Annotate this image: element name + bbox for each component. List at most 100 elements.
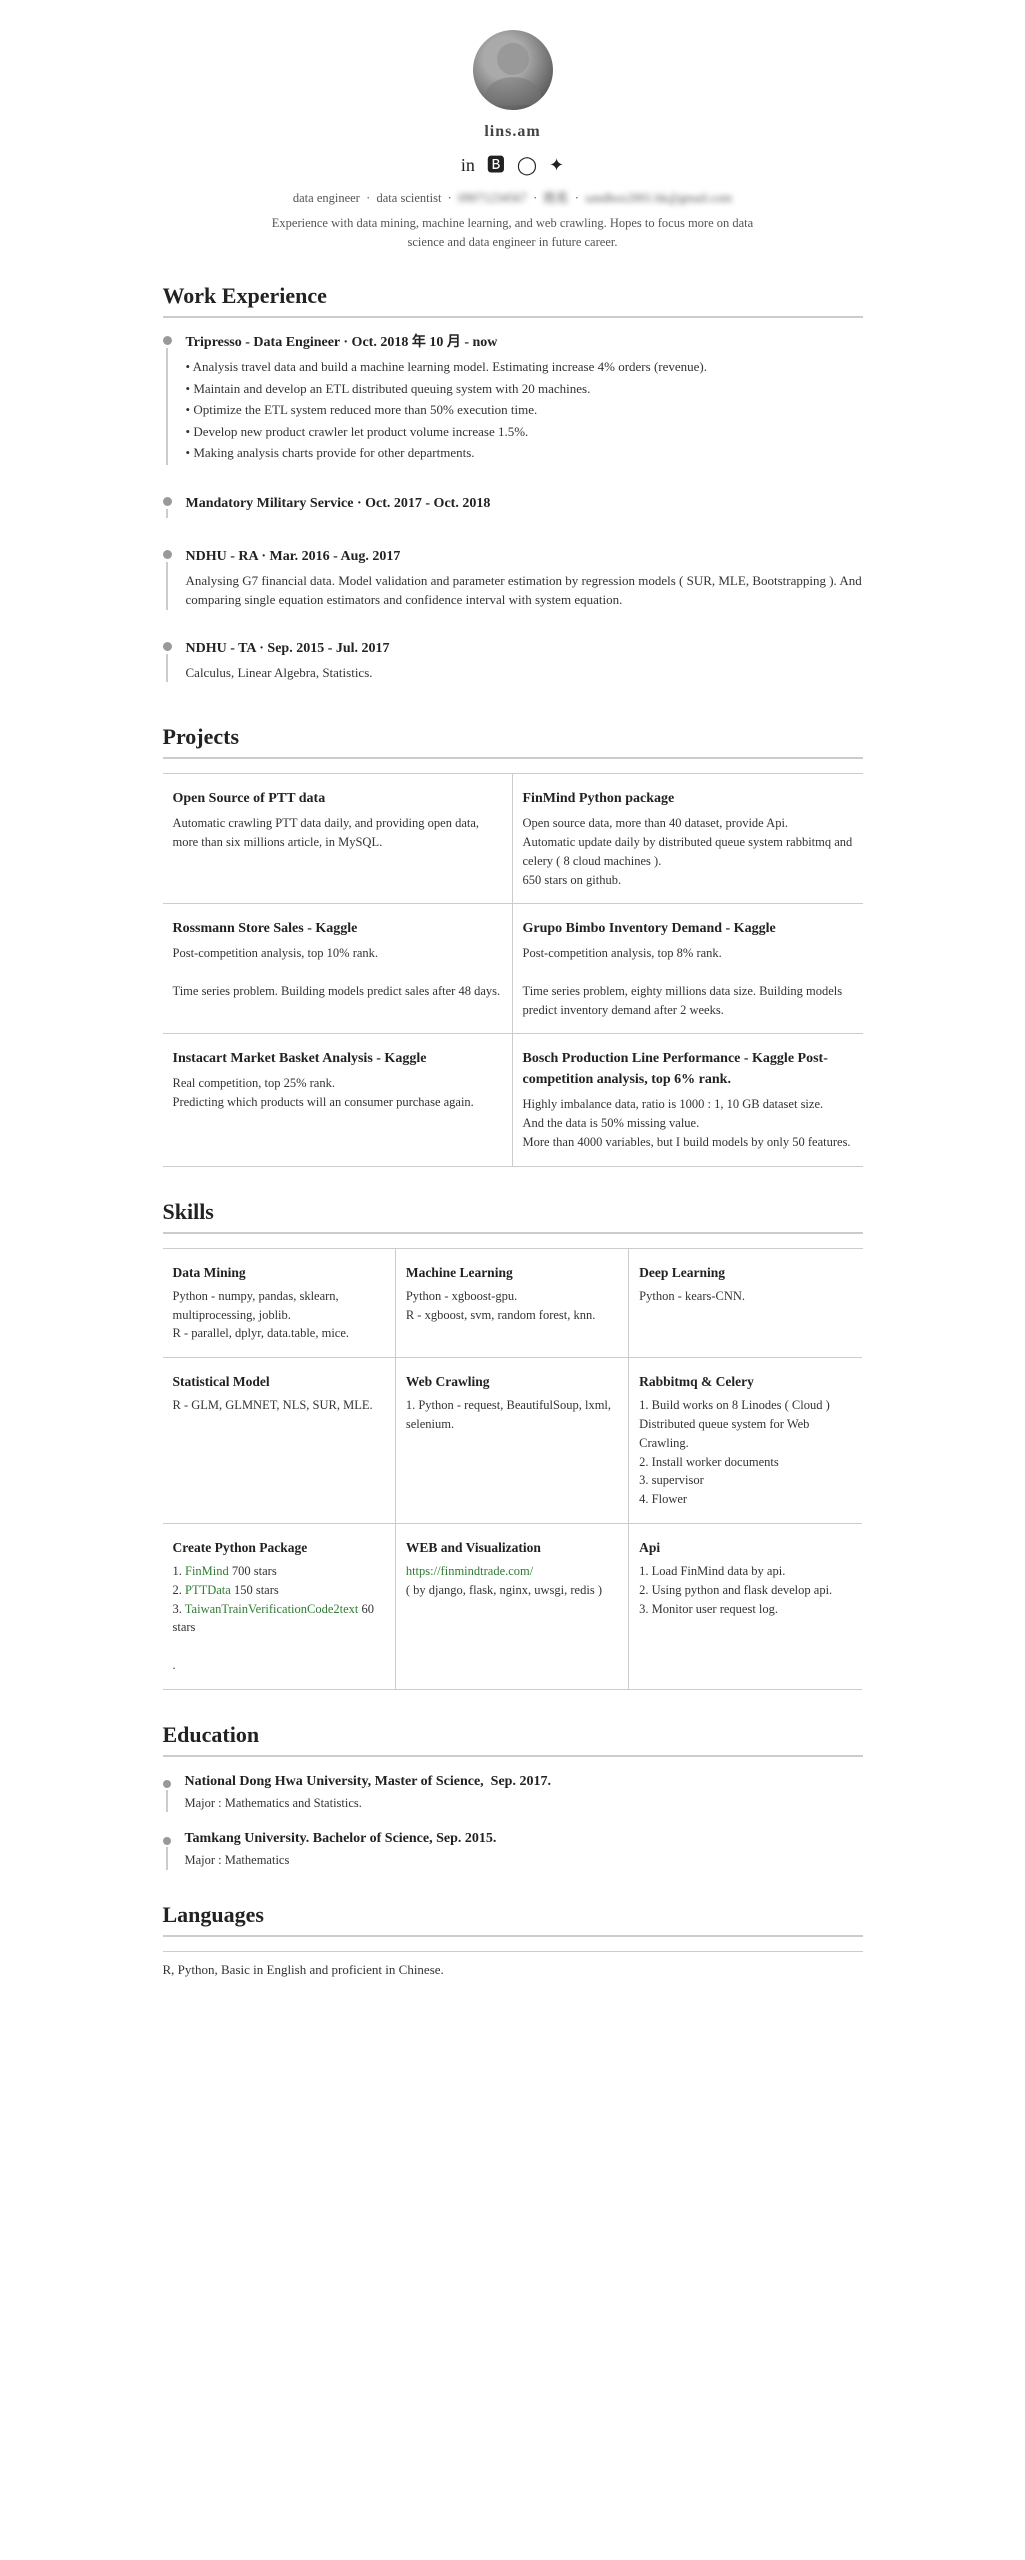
work-content: Mandatory Military Service · Oct. 2017 -… xyxy=(186,493,863,518)
project-desc: Automatic crawling PTT data daily, and p… xyxy=(173,814,502,852)
project-name: FinMind Python package xyxy=(523,788,853,809)
work-experience-title: Work Experience xyxy=(163,279,863,318)
edu-entry: National Dong Hwa University, Master of … xyxy=(163,1771,863,1813)
work-entry: Tripresso - Data Engineer · Oct. 2018 年 … xyxy=(163,332,863,475)
projects-grid: Open Source of PTT data Automatic crawli… xyxy=(163,773,863,1166)
facebook-icon[interactable]: 🅱 xyxy=(487,152,505,179)
work-title: Tripresso - Data Engineer · Oct. 2018 年 … xyxy=(186,332,863,353)
work-content: Tripresso - Data Engineer · Oct. 2018 年 … xyxy=(186,332,863,465)
skill-desc: Python - kears-CNN. xyxy=(639,1287,852,1306)
edu-line xyxy=(166,1790,168,1813)
education-title: Education xyxy=(163,1718,863,1757)
projects-title: Projects xyxy=(163,720,863,759)
dot-line xyxy=(166,509,168,518)
edu-content: Tamkang University. Bachelor of Science,… xyxy=(185,1828,863,1870)
skill-name: Web Crawling xyxy=(406,1372,618,1392)
skill-cell: Web Crawling 1. Python - request, Beauti… xyxy=(396,1358,629,1524)
skill-desc: 1. Python - request, BeautifulSoup, lxml… xyxy=(406,1396,618,1434)
timeline-dot xyxy=(163,546,172,610)
dot xyxy=(163,497,172,506)
work-entries: Tripresso - Data Engineer · Oct. 2018 年 … xyxy=(163,332,863,692)
project-name: Rossmann Store Sales - Kaggle xyxy=(173,918,502,939)
work-entry: NDHU - TA · Sep. 2015 - Jul. 2017 Calcul… xyxy=(163,638,863,693)
finmindtrade-link[interactable]: https://finmindtrade.com/ xyxy=(406,1564,533,1578)
work-entry: Mandatory Military Service · Oct. 2017 -… xyxy=(163,493,863,528)
project-desc: Real competition, top 25% rank.Predictin… xyxy=(173,1074,502,1112)
skill-desc: 1. Load FinMind data by api.2. Using pyt… xyxy=(639,1562,852,1618)
skill-desc: Python - xgboost-gpu.R - xgboost, svm, r… xyxy=(406,1287,618,1325)
linkedin-icon[interactable]: in xyxy=(461,152,475,179)
project-name: Open Source of PTT data xyxy=(173,788,502,809)
work-content: NDHU - RA · Mar. 2016 - Aug. 2017 Analys… xyxy=(186,546,863,610)
project-desc: Open source data, more than 40 dataset, … xyxy=(523,814,853,889)
skill-cell: Deep Learning Python - kears-CNN. xyxy=(629,1249,862,1359)
project-cell: Grupo Bimbo Inventory Demand - Kaggle Po… xyxy=(513,904,863,1034)
languages-title: Languages xyxy=(163,1898,863,1937)
dot-line xyxy=(166,562,168,610)
github-icon[interactable]: ◯ xyxy=(517,152,537,179)
email-icon[interactable]: ✦ xyxy=(549,152,564,179)
skills-grid: Data Mining Python - numpy, pandas, skle… xyxy=(163,1248,863,1690)
avatar xyxy=(473,30,553,110)
skill-desc: https://finmindtrade.com/ ( by django, f… xyxy=(406,1562,618,1600)
work-title: NDHU - TA · Sep. 2015 - Jul. 2017 xyxy=(186,638,863,659)
dot xyxy=(163,336,172,345)
project-name: Grupo Bimbo Inventory Demand - Kaggle xyxy=(523,918,853,939)
profile-tagline: data engineer · data scientist · 0907123… xyxy=(163,189,863,208)
dot-line xyxy=(166,348,168,465)
work-desc: Analysis travel data and build a machine… xyxy=(186,357,863,463)
timeline-dot xyxy=(163,332,172,465)
project-name: Bosch Production Line Performance - Kagg… xyxy=(523,1048,853,1090)
edu-title: National Dong Hwa University, Master of … xyxy=(185,1771,863,1792)
education-entries: National Dong Hwa University, Master of … xyxy=(163,1771,863,1871)
create-python-package-skill-name: Create Python Package xyxy=(173,1538,385,1558)
timeline-dot xyxy=(163,638,172,683)
profile-name: lins.am xyxy=(163,120,863,144)
edu-line xyxy=(166,1847,168,1870)
work-content: NDHU - TA · Sep. 2015 - Jul. 2017 Calcul… xyxy=(186,638,863,683)
dot xyxy=(163,550,172,559)
skill-desc: 1. Build works on 8 Linodes ( Cloud ) Di… xyxy=(639,1396,852,1509)
dot-line xyxy=(166,654,168,683)
timeline-dot xyxy=(163,493,172,518)
edu-desc: Major : Mathematics and Statistics. xyxy=(185,1794,863,1813)
project-cell: Bosch Production Line Performance - Kagg… xyxy=(513,1034,863,1166)
skill-cell: Create Python Package 1. FinMind 700 sta… xyxy=(163,1524,396,1690)
project-desc: Post-competition analysis, top 10% rank.… xyxy=(173,944,502,1000)
profile-header: lins.am in 🅱 ◯ ✦ data engineer · data sc… xyxy=(163,30,863,251)
work-title: NDHU - RA · Mar. 2016 - Aug. 2017 xyxy=(186,546,863,567)
project-cell: FinMind Python package Open source data,… xyxy=(513,774,863,904)
languages-desc: R, Python, Basic in English and proficie… xyxy=(163,1960,863,1980)
skills-title: Skills xyxy=(163,1195,863,1234)
edu-timeline xyxy=(163,1771,171,1813)
social-icons: in 🅱 ◯ ✦ xyxy=(163,152,863,179)
skill-cell: WEB and Visualization https://finmindtra… xyxy=(396,1524,629,1690)
dot xyxy=(163,642,172,651)
skill-cell: Data Mining Python - numpy, pandas, skle… xyxy=(163,1249,396,1359)
edu-title: Tamkang University. Bachelor of Science,… xyxy=(185,1828,863,1849)
edu-dot xyxy=(163,1837,171,1845)
work-desc: Analysing G7 financial data. Model valid… xyxy=(186,571,863,610)
edu-desc: Major : Mathematics xyxy=(185,1851,863,1870)
profile-bio: Experience with data mining, machine lea… xyxy=(253,214,773,252)
project-cell: Instacart Market Basket Analysis - Kaggl… xyxy=(163,1034,513,1166)
work-entry: NDHU - RA · Mar. 2016 - Aug. 2017 Analys… xyxy=(163,546,863,620)
skill-name: Rabbitmq & Celery xyxy=(639,1372,852,1392)
skill-cell: Api 1. Load FinMind data by api.2. Using… xyxy=(629,1524,862,1690)
work-title: Mandatory Military Service · Oct. 2017 -… xyxy=(186,493,863,514)
skill-cell: Rabbitmq & Celery 1. Build works on 8 Li… xyxy=(629,1358,862,1524)
project-cell: Rossmann Store Sales - Kaggle Post-compe… xyxy=(163,904,513,1034)
edu-entry: Tamkang University. Bachelor of Science,… xyxy=(163,1828,863,1870)
project-name: Instacart Market Basket Analysis - Kaggl… xyxy=(173,1048,502,1069)
edu-timeline xyxy=(163,1828,171,1870)
skill-desc: Python - numpy, pandas, sklearn, multipr… xyxy=(173,1287,385,1343)
skill-name: Statistical Model xyxy=(173,1372,385,1392)
work-desc: Calculus, Linear Algebra, Statistics. xyxy=(186,663,863,683)
skill-cell: Statistical Model R - GLM, GLMNET, NLS, … xyxy=(163,1358,396,1524)
skill-name: Machine Learning xyxy=(406,1263,618,1283)
skill-name: Data Mining xyxy=(173,1263,385,1283)
skill-cell: Machine Learning Python - xgboost-gpu.R … xyxy=(396,1249,629,1359)
edu-dot xyxy=(163,1780,171,1788)
project-desc: Post-competition analysis, top 8% rank.T… xyxy=(523,944,853,1019)
project-cell: Open Source of PTT data Automatic crawli… xyxy=(163,774,513,904)
